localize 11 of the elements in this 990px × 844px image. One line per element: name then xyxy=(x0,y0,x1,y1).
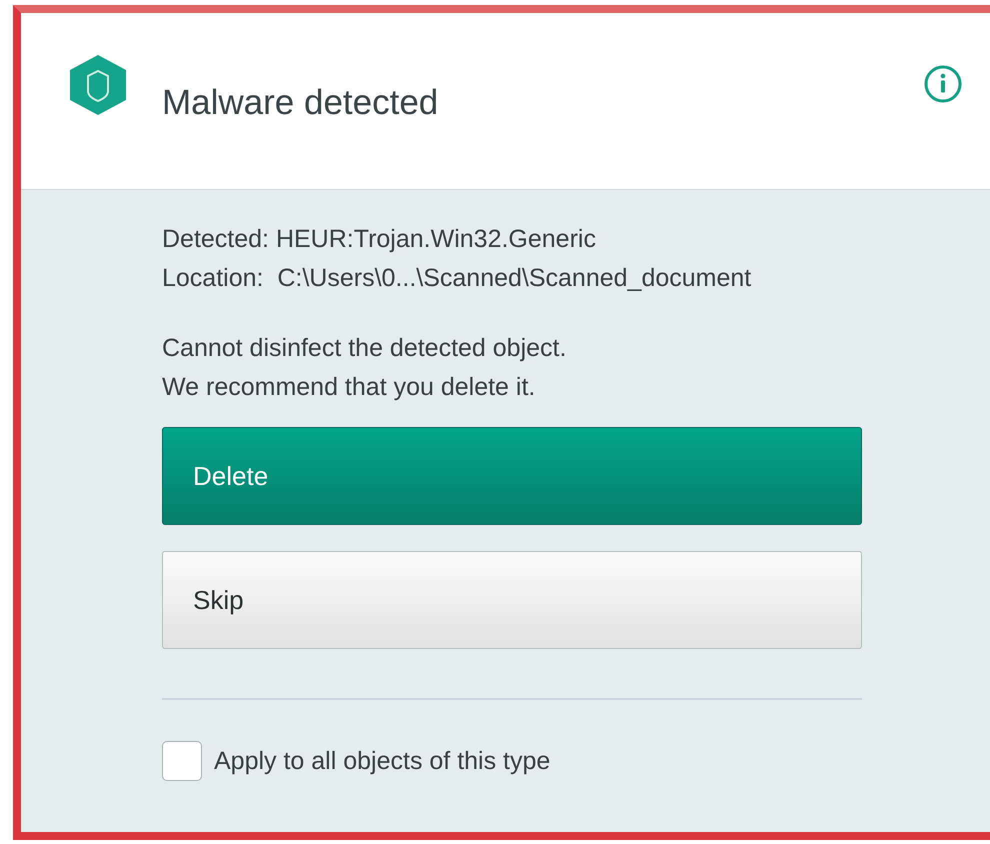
checkbox[interactable] xyxy=(162,741,202,781)
checkbox-label[interactable]: Apply to all objects of this type xyxy=(214,746,550,776)
detail-text: Location: C:\Users\0...\Scanned\Scanned_document xyxy=(162,263,752,294)
dialog-title: Malware detected xyxy=(162,83,438,123)
delete-button[interactable]: Delete xyxy=(162,427,862,525)
info-icon[interactable] xyxy=(923,64,963,104)
message-text: Cannot disinfect the detected object. xyxy=(162,333,568,364)
message-text: We recommend that you delete it. xyxy=(162,372,536,403)
detail-text: Detected: HEUR:Trojan.Win32.Generic xyxy=(162,224,597,255)
skip-button[interactable]: Skip xyxy=(162,551,862,649)
shield-logo-icon xyxy=(68,53,128,117)
